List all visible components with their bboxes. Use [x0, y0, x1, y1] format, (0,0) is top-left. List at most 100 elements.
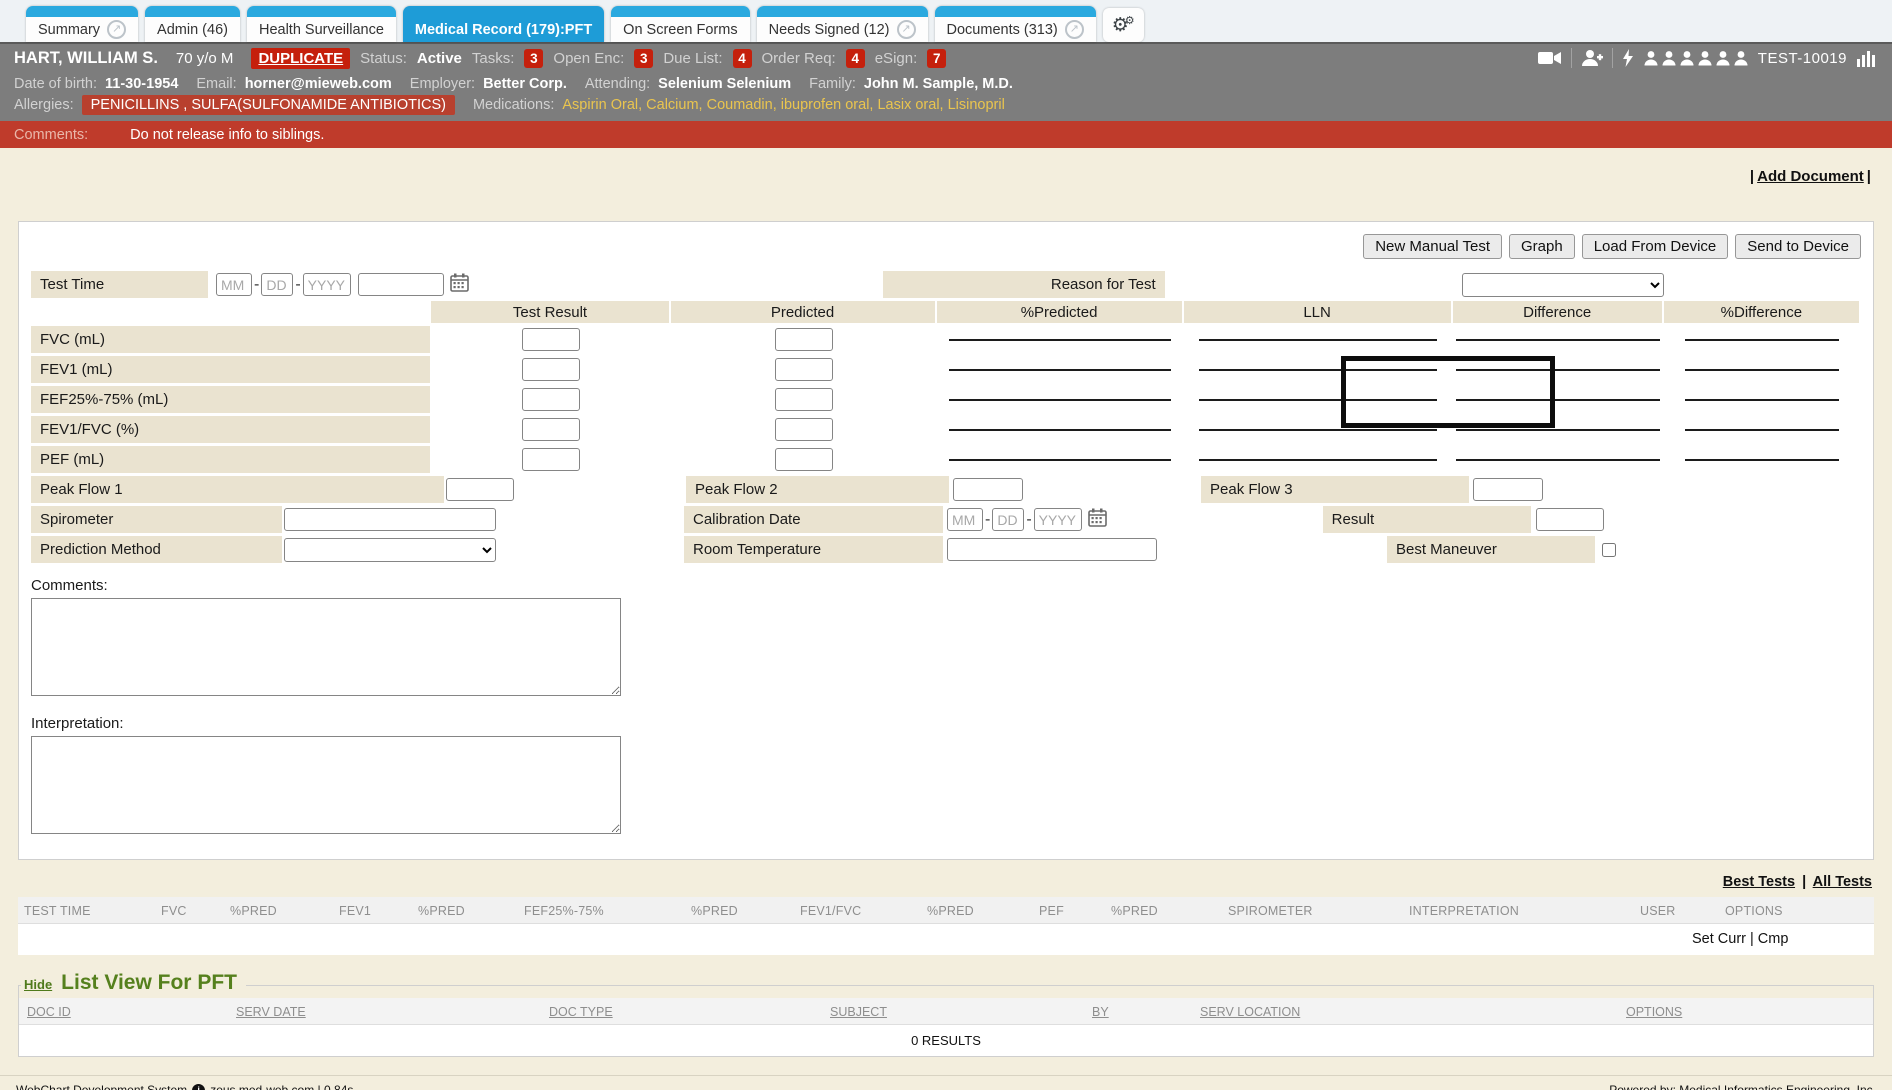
tab-summary[interactable]: Summary ↗ — [26, 6, 138, 42]
tab-admin[interactable]: Admin (46) — [145, 6, 240, 42]
set-curr-cmp-actions[interactable]: Set Curr | Cmp — [1692, 931, 1788, 947]
tab-needs-signed[interactable]: Needs Signed (12) ↗ — [757, 6, 928, 42]
spirometer-row: Spirometer Calibration Date - - Result — [31, 506, 1861, 533]
tasks-label: Tasks: — [472, 50, 515, 67]
peak-flow-1-input[interactable] — [446, 478, 514, 501]
medications-value[interactable]: Aspirin Oral, Calcium, Coumadin, ibuprof… — [562, 97, 1004, 113]
tasks-badge[interactable]: 3 — [524, 49, 543, 68]
calendar-icon[interactable] — [1088, 508, 1107, 532]
list-column-header[interactable]: SERV LOCATION — [1200, 1005, 1300, 1019]
load-from-device-button[interactable]: Load From Device — [1582, 234, 1729, 259]
list-column-header[interactable]: DOC ID — [27, 1005, 71, 1019]
comments-textarea[interactable] — [31, 598, 621, 696]
status-label: Status: — [360, 50, 407, 67]
list-column-header[interactable]: DOC TYPE — [549, 1005, 613, 1019]
calibration-month-input[interactable] — [947, 508, 983, 531]
info-icon[interactable]: i — [192, 1084, 205, 1090]
percent-difference-value-line — [1685, 369, 1839, 371]
tab-health-surveillance[interactable]: Health Surveillance — [247, 6, 396, 42]
add-user-icon[interactable] — [1581, 49, 1603, 67]
best-tests-link[interactable]: Best Tests — [1723, 874, 1795, 890]
due-list-badge[interactable]: 4 — [733, 49, 752, 68]
list-column-header[interactable]: SERV DATE — [236, 1005, 306, 1019]
test-result-input[interactable] — [522, 358, 580, 381]
allergies-value[interactable]: PENICILLINS , SULFA(SULFONAMIDE ANTIBIOT… — [82, 95, 455, 115]
add-document-link[interactable]: Add Document — [1757, 168, 1864, 185]
test-time-input[interactable] — [358, 273, 444, 296]
predicted-input[interactable] — [775, 448, 833, 471]
esign-badge[interactable]: 7 — [927, 49, 946, 68]
best-maneuver-label: Best Maneuver — [1387, 536, 1595, 563]
peak-flow-2-input[interactable] — [953, 478, 1023, 501]
attending-label: Attending: — [585, 76, 650, 92]
employer-value: Better Corp. — [483, 76, 567, 92]
test-result-input[interactable] — [522, 328, 580, 351]
comments-alert-bar: Comments: Do not release info to sibling… — [0, 121, 1892, 148]
tab-on-screen-forms[interactable]: On Screen Forms — [611, 6, 749, 42]
dob-label: Date of birth: — [14, 76, 97, 92]
list-column-header[interactable]: OPTIONS — [1626, 1005, 1682, 1019]
room-temperature-input[interactable] — [947, 538, 1157, 561]
comments-field-label: Comments: — [31, 577, 1861, 594]
peak-flow-2-label: Peak Flow 2 — [686, 476, 949, 503]
test-result-input[interactable] — [522, 388, 580, 411]
list-view-empty-row: 0 RESULTS — [19, 1025, 1873, 1056]
test-date-day-input[interactable] — [261, 273, 293, 296]
gear-icon: ⚙ — [1125, 14, 1135, 27]
medications-label: Medications: — [473, 97, 554, 113]
tab-medical-record[interactable]: Medical Record (179):PFT — [403, 6, 604, 42]
order-req-badge[interactable]: 4 — [846, 49, 865, 68]
column-header: Test Result — [431, 301, 668, 323]
column-header: Difference — [1453, 301, 1662, 323]
popout-icon[interactable]: ↗ — [107, 20, 126, 39]
graph-button[interactable]: Graph — [1509, 234, 1575, 259]
hide-link[interactable]: Hide — [24, 977, 52, 992]
prediction-method-row: Prediction Method Room Temperature Best … — [31, 536, 1861, 563]
calibration-day-input[interactable] — [992, 508, 1024, 531]
tab-documents[interactable]: Documents (313) ↗ — [935, 6, 1096, 42]
patient-queue-icons[interactable] — [1643, 50, 1749, 66]
result-input[interactable] — [1536, 508, 1604, 531]
test-result-input[interactable] — [522, 448, 580, 471]
list-column-header[interactable]: BY — [1092, 1005, 1109, 1019]
predicted-input[interactable] — [775, 358, 833, 381]
interpretation-textarea[interactable] — [31, 736, 621, 834]
calibration-year-input[interactable] — [1034, 508, 1082, 531]
column-header: Predicted — [671, 301, 935, 323]
predicted-input[interactable] — [775, 388, 833, 411]
test-result-input[interactable] — [522, 418, 580, 441]
test-time-label: Test Time — [31, 271, 208, 298]
due-list-label: Due List: — [663, 50, 722, 67]
popout-icon[interactable]: ↗ — [897, 20, 916, 39]
list-column-header[interactable]: SUBJECT — [830, 1005, 887, 1019]
bar-chart-icon[interactable] — [1856, 49, 1878, 67]
open-enc-badge[interactable]: 3 — [634, 49, 653, 68]
popout-icon[interactable]: ↗ — [1065, 20, 1084, 39]
duplicate-flag[interactable]: DUPLICATE — [251, 48, 350, 69]
calendar-icon[interactable] — [450, 273, 469, 297]
difference-value-line — [1456, 399, 1660, 401]
test-date-year-input[interactable] — [303, 273, 351, 296]
test-date-month-input[interactable] — [216, 273, 252, 296]
person-icon — [1733, 50, 1749, 66]
tests-filter-row: Best Tests | All Tests — [16, 860, 1876, 897]
percent-difference-value-line — [1685, 339, 1839, 341]
all-tests-link[interactable]: All Tests — [1813, 874, 1872, 890]
footer-powered-by: Powered by: Medical Informatics Engineer… — [1609, 1083, 1876, 1090]
predicted-input[interactable] — [775, 418, 833, 441]
calibration-date-label: Calibration Date — [684, 506, 943, 533]
results-column-header: OPTIONS — [1725, 904, 1783, 918]
peak-flow-3-input[interactable] — [1473, 478, 1543, 501]
person-icon — [1643, 50, 1659, 66]
separator: - — [985, 511, 990, 529]
lightning-icon[interactable] — [1622, 49, 1634, 67]
prediction-method-select[interactable] — [284, 538, 496, 562]
new-manual-test-button[interactable]: New Manual Test — [1363, 234, 1502, 259]
reason-for-test-select[interactable] — [1462, 273, 1664, 297]
spirometer-input[interactable] — [284, 508, 496, 531]
predicted-input[interactable] — [775, 328, 833, 351]
best-maneuver-checkbox[interactable] — [1602, 543, 1616, 557]
video-camera-icon[interactable] — [1538, 50, 1562, 66]
settings-button[interactable]: ⚙⚙ — [1103, 8, 1144, 42]
send-to-device-button[interactable]: Send to Device — [1735, 234, 1861, 259]
